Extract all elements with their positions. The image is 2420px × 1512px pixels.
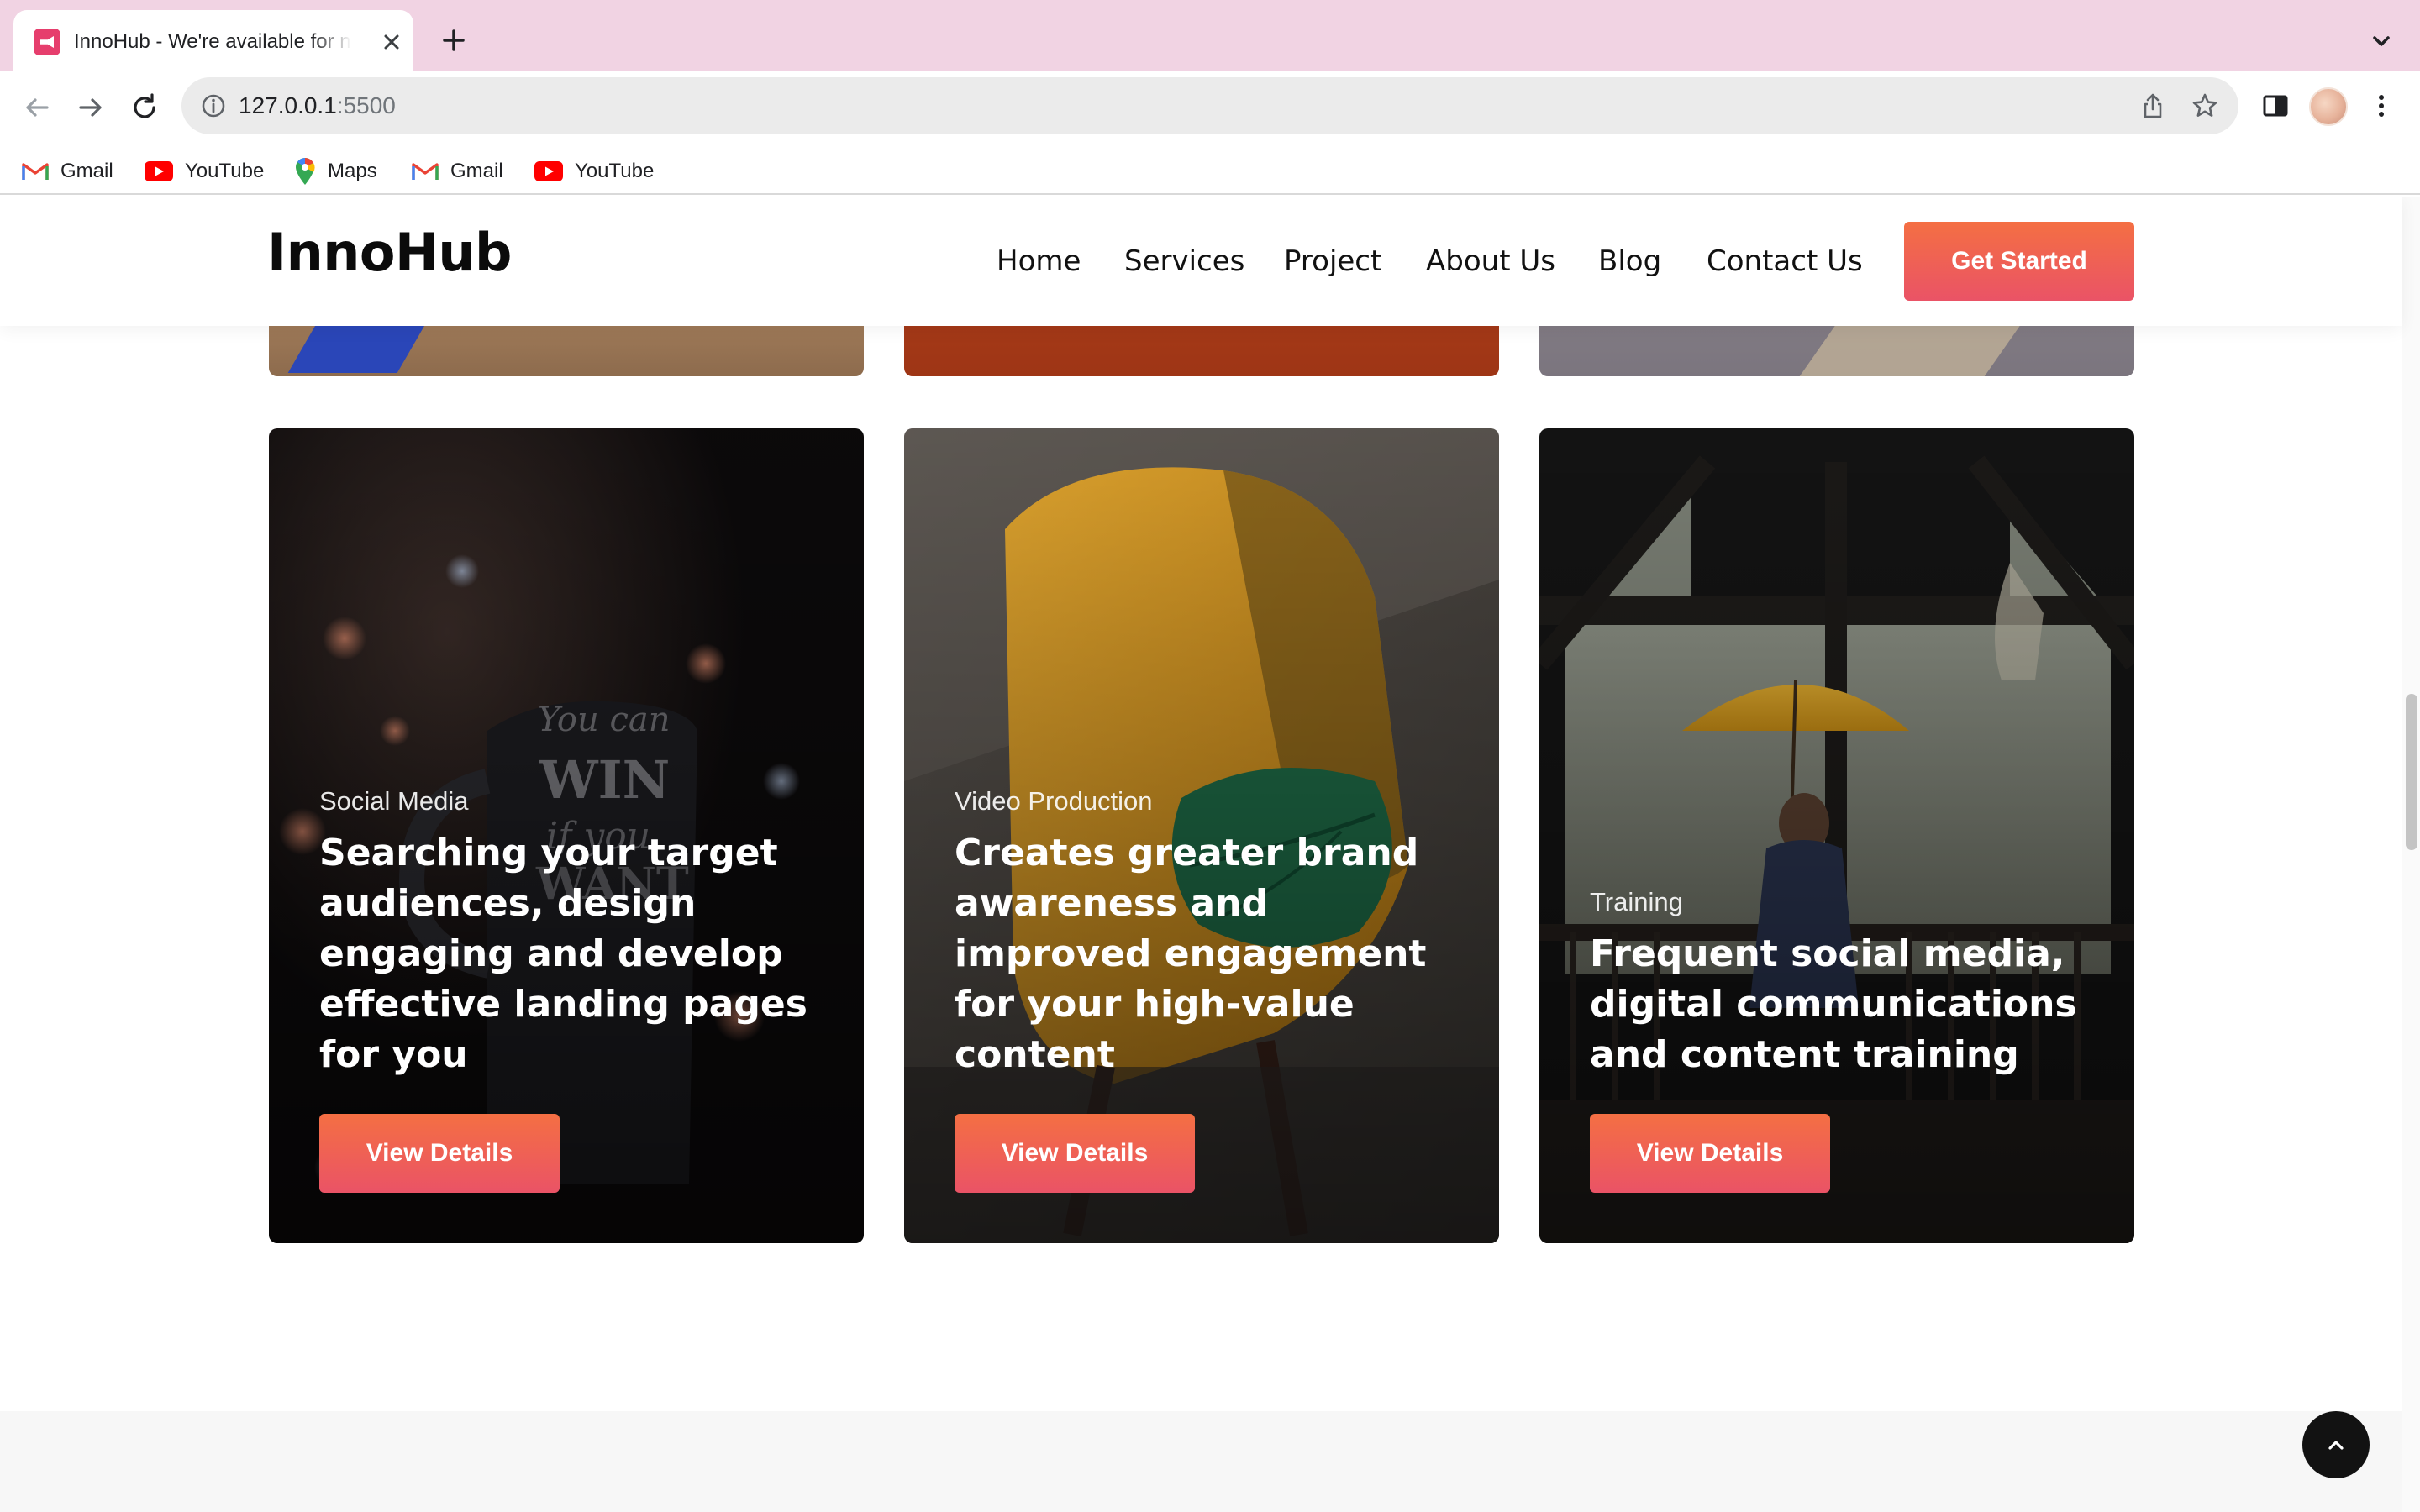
view-details-button[interactable]: View Details xyxy=(1590,1114,1830,1193)
gmail-icon xyxy=(22,163,49,180)
card-content: Training Frequent social media, digital … xyxy=(1590,887,2084,1193)
bookmark-youtube[interactable]: YouTube xyxy=(534,156,654,186)
gmail-icon xyxy=(412,163,439,180)
nav-about-us[interactable]: About Us xyxy=(1426,240,1555,282)
service-card-training: Training Frequent social media, digital … xyxy=(1539,428,2134,1243)
back-button[interactable] xyxy=(17,87,57,128)
maps-icon xyxy=(296,157,315,185)
get-started-button[interactable]: Get Started xyxy=(1904,222,2134,301)
nav-services[interactable]: Services xyxy=(1124,240,1244,282)
address-bar[interactable]: 127.0.0.1:5500 xyxy=(182,77,2238,134)
scroll-to-top-button[interactable] xyxy=(2302,1411,2370,1478)
bookmark-label: YouTube xyxy=(575,160,655,182)
chevron-up-icon xyxy=(2328,1441,2344,1450)
arrow-right-icon xyxy=(79,98,102,117)
browser-tabstrip: InnoHub - We're available for n xyxy=(0,0,2420,71)
card-title: Creates greater brand awareness and impr… xyxy=(955,832,1427,1076)
card-category: Training xyxy=(1590,887,1683,916)
service-card-video-production: Video Production Creates greater brand a… xyxy=(904,428,1499,1243)
service-card-social-media: You can WIN if you WANT Social Media Sea… xyxy=(269,428,864,1243)
reload-button[interactable] xyxy=(124,87,165,128)
next-section-background xyxy=(0,1411,2402,1512)
nav-home[interactable]: Home xyxy=(997,240,1081,282)
bookmark-label: Gmail xyxy=(450,160,503,182)
bookmark-maps[interactable]: Maps xyxy=(294,156,377,186)
site-header: InnoHub Home Services Project About Us B… xyxy=(0,197,2402,326)
card-category: Video Production xyxy=(955,786,1153,816)
scrollbar-thumb[interactable] xyxy=(2406,694,2417,850)
more-options-icon[interactable] xyxy=(2368,89,2395,123)
browser-toolbar: 127.0.0.1:5500 Gmail YouTube Maps Gmail … xyxy=(0,71,2420,195)
view-details-button[interactable]: View Details xyxy=(319,1114,560,1193)
card-category: Social Media xyxy=(319,786,469,816)
blue-object-shape xyxy=(287,323,427,373)
view-details-button[interactable]: View Details xyxy=(955,1114,1195,1193)
bookmark-label: Maps xyxy=(328,160,377,182)
profile-avatar[interactable] xyxy=(2309,87,2348,126)
browser-tab[interactable]: InnoHub - We're available for n xyxy=(13,10,413,71)
tab-title: InnoHub - We're available for n xyxy=(74,30,351,53)
site-logo[interactable]: InnoHub xyxy=(267,222,512,283)
info-icon[interactable] xyxy=(198,91,229,121)
close-icon[interactable] xyxy=(376,27,407,57)
forward-button[interactable] xyxy=(71,87,111,128)
bookmark-star-icon[interactable] xyxy=(2190,91,2220,121)
card-content: Video Production Creates greater brand a… xyxy=(955,786,1449,1193)
card-title: Frequent social media, digital communica… xyxy=(1590,932,2077,1076)
page-viewport: InnoHub Home Services Project About Us B… xyxy=(0,197,2420,1512)
nav-project[interactable]: Project xyxy=(1284,240,1381,282)
bookmark-label: Gmail xyxy=(60,160,113,182)
url-host: 127.0.0.1 xyxy=(239,92,337,118)
bookmark-gmail[interactable]: Gmail xyxy=(412,156,503,186)
share-icon[interactable] xyxy=(2138,91,2168,121)
url-port: :5500 xyxy=(336,92,396,118)
arrow-left-icon xyxy=(26,98,49,117)
youtube-icon xyxy=(534,161,563,181)
innohub-favicon-icon xyxy=(34,29,60,55)
url-text[interactable]: 127.0.0.1:5500 xyxy=(239,91,396,121)
card-title: Searching your target audiences, design … xyxy=(319,832,808,1076)
book-shape xyxy=(1796,323,2023,376)
bookmark-youtube[interactable]: YouTube xyxy=(145,156,264,186)
bookmark-gmail[interactable]: Gmail xyxy=(22,156,113,186)
nav-blog[interactable]: Blog xyxy=(1598,240,1661,282)
card-content: Social Media Searching your target audie… xyxy=(319,786,813,1193)
nav-contact-us[interactable]: Contact Us xyxy=(1707,240,1863,282)
bookmark-label: YouTube xyxy=(185,160,265,182)
bookmarks-bar: Gmail YouTube Maps Gmail YouTube xyxy=(0,148,2420,195)
page-scrollbar[interactable] xyxy=(2402,197,2420,1512)
new-tab-plus-icon[interactable] xyxy=(437,24,471,57)
chevron-down-icon[interactable] xyxy=(2365,27,2398,57)
side-panel-icon[interactable] xyxy=(2259,89,2292,123)
youtube-icon xyxy=(145,161,173,181)
reload-icon xyxy=(134,93,155,118)
